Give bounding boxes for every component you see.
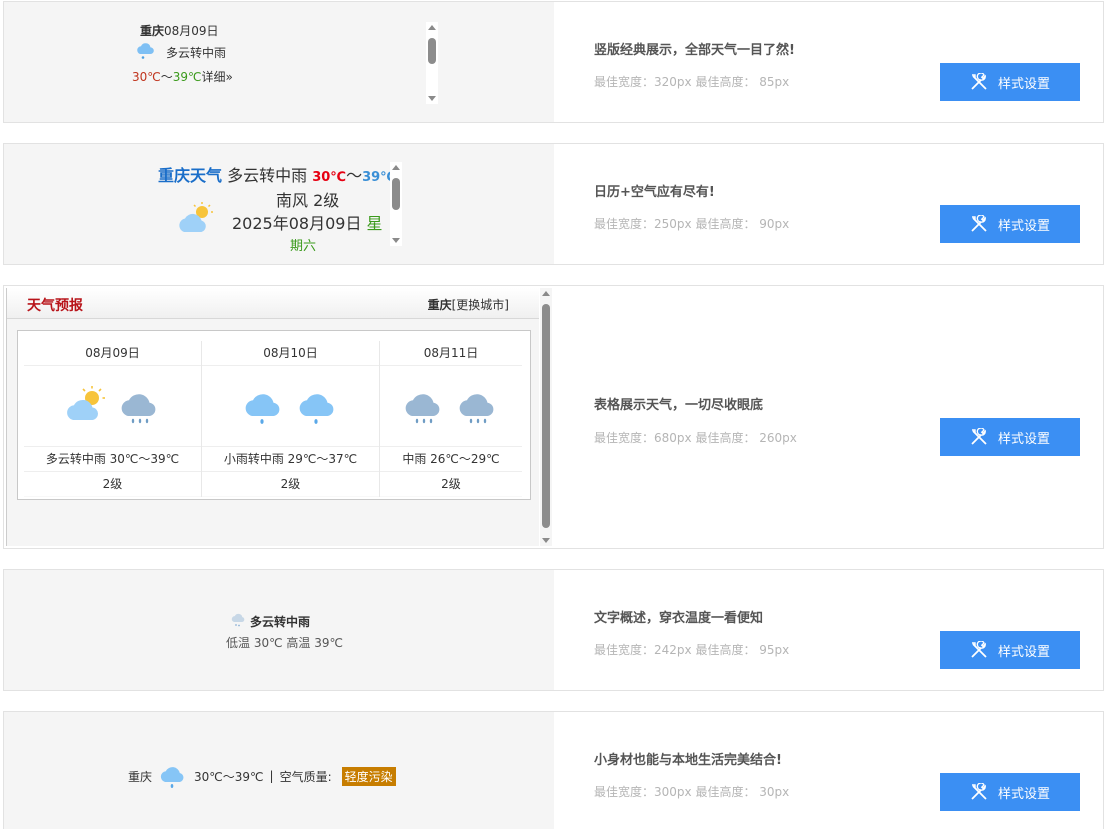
widget-preview: 多云转中雨 低温 30℃ 高温 39℃ bbox=[4, 570, 554, 690]
widget-title: 表格展示天气，一切尽收眼底 bbox=[594, 398, 764, 413]
style-settings-button[interactable]: 样式设置 bbox=[940, 205, 1080, 243]
temperature-range: 30℃～39℃详细» bbox=[132, 70, 233, 84]
temperature-range: 30℃～39℃ bbox=[194, 769, 264, 784]
scrollbar[interactable] bbox=[390, 162, 402, 246]
widget-size: 最佳宽度：680px 最佳高度： 260px bbox=[594, 431, 797, 445]
forecast-description: 中雨 26℃～29℃ bbox=[380, 447, 522, 472]
widget-info: 日历+空气应有尽有! 最佳宽度：250px 最佳高度： 90px 样式设置 bbox=[554, 144, 1103, 264]
light-rain-icon bbox=[158, 762, 188, 790]
weekday: 期六 bbox=[290, 239, 317, 254]
style-settings-button[interactable]: 样式设置 bbox=[940, 773, 1080, 811]
mini-weather-line: 重庆 30℃～39℃ | 空气质量: 轻度污染 bbox=[128, 762, 396, 790]
scroll-down-arrow[interactable] bbox=[428, 96, 436, 101]
city-name: 重庆 bbox=[128, 769, 153, 784]
forecast-icons bbox=[24, 366, 201, 447]
forecast-day: 08月10日 小雨转中雨 29℃～37℃ 2级 bbox=[202, 341, 380, 497]
style-settings-button[interactable]: 样式设置 bbox=[940, 418, 1080, 456]
forecast-wind: 2级 bbox=[202, 472, 379, 496]
forecast-description: 多云转中雨 30℃～39℃ bbox=[24, 447, 201, 472]
temperature-summary: 低温 30℃ 高温 39℃ bbox=[226, 636, 343, 650]
scroll-up-arrow[interactable] bbox=[428, 25, 436, 30]
forecast-icons bbox=[202, 366, 379, 447]
weather-condition: 多云转中雨 bbox=[166, 46, 227, 60]
widget-size: 最佳宽度：320px 最佳高度： 85px bbox=[594, 75, 790, 89]
tools-icon bbox=[971, 73, 987, 90]
widget-title: 文字概述，穿衣温度一看便知 bbox=[594, 611, 764, 626]
partly-cloudy-icon bbox=[176, 202, 216, 238]
separator: | bbox=[269, 769, 274, 783]
forecast-title: 天气预报 bbox=[27, 298, 83, 314]
widget-size: 最佳宽度：300px 最佳高度： 30px bbox=[594, 785, 790, 799]
widget-preview: 天气预报 重庆[更换城市] 08月09日 多云转中雨 30℃～39℃ 2级 08… bbox=[4, 286, 554, 548]
widget-card-vertical-classic: 重庆08月09日 多云转中雨 30℃～39℃详细» 竖版经典展示，全部天气一目了… bbox=[3, 1, 1104, 123]
widget-title: 日历+空气应有尽有! bbox=[594, 185, 715, 200]
forecast-table: 08月09日 多云转中雨 30℃～39℃ 2级 08月10日 小雨转中雨 29℃… bbox=[17, 330, 531, 500]
scroll-thumb[interactable] bbox=[542, 304, 550, 528]
tools-icon bbox=[971, 641, 987, 658]
tools-icon bbox=[971, 428, 987, 445]
forecast-day: 08月11日 中雨 26℃～29℃ 2级 bbox=[380, 341, 522, 497]
widget-preview: 重庆天气 多云转中雨 30℃～39℃ 南风 2级 2025年08月09日 星 期… bbox=[4, 144, 554, 264]
widget-info: 文字概述，穿衣温度一看便知 最佳宽度：242px 最佳高度： 95px 样式设置 bbox=[554, 570, 1103, 690]
forecast-header: 天气预报 重庆[更换城市] bbox=[7, 288, 539, 319]
scroll-up-arrow[interactable] bbox=[542, 291, 550, 296]
tools-icon bbox=[971, 215, 987, 232]
widget-card-mini-air: 重庆 30℃～39℃ | 空气质量: 轻度污染 小身材也能与本地生活完美结合! … bbox=[3, 711, 1104, 829]
forecast-icons bbox=[380, 366, 522, 447]
style-settings-button[interactable]: 样式设置 bbox=[940, 631, 1080, 669]
air-quality-label: 空气质量: bbox=[279, 769, 332, 784]
air-quality-badge: 轻度污染 bbox=[341, 766, 396, 786]
rain-cloud-icon bbox=[230, 612, 246, 632]
detail-link[interactable]: 详细» bbox=[202, 70, 233, 84]
widget-size: 最佳宽度：250px 最佳高度： 90px bbox=[594, 217, 790, 231]
change-city-link[interactable]: [更换城市] bbox=[452, 298, 509, 312]
widget-card-table-forecast: 天气预报 重庆[更换城市] 08月09日 多云转中雨 30℃～39℃ 2级 08… bbox=[3, 285, 1104, 549]
forecast-date: 08月09日 bbox=[24, 341, 201, 366]
forecast-grid: 08月09日 多云转中雨 30℃～39℃ 2级 08月10日 小雨转中雨 29℃… bbox=[24, 341, 522, 497]
current-date: 2025年08月09日 星 bbox=[232, 214, 383, 233]
scrollbar[interactable] bbox=[426, 22, 438, 104]
widget-card-calendar-air: 重庆天气 多云转中雨 30℃～39℃ 南风 2级 2025年08月09日 星 期… bbox=[3, 143, 1104, 265]
widget-preview: 重庆08月09日 多云转中雨 30℃～39℃详细» bbox=[4, 2, 554, 122]
weather-headline: 重庆天气 多云转中雨 30℃～39℃ bbox=[158, 166, 396, 185]
scroll-up-arrow[interactable] bbox=[392, 165, 400, 170]
light-rain-icon bbox=[242, 386, 286, 432]
city-weather-title: 重庆天气 bbox=[158, 166, 223, 185]
city-date: 重庆08月09日 bbox=[140, 24, 219, 38]
city-selector: 重庆[更换城市] bbox=[427, 298, 509, 312]
widget-title: 小身材也能与本地生活完美结合! bbox=[594, 753, 782, 768]
widget-title: 竖版经典展示，全部天气一目了然! bbox=[594, 43, 795, 58]
widget-info: 表格展示天气，一切尽收眼底 最佳宽度：680px 最佳高度： 260px 样式设… bbox=[554, 286, 1103, 548]
scroll-down-arrow[interactable] bbox=[392, 238, 400, 243]
forecast-date: 08月11日 bbox=[380, 341, 522, 366]
moderate-rain-icon bbox=[118, 386, 162, 432]
moderate-rain-icon bbox=[456, 386, 500, 432]
forecast-wind: 2级 bbox=[380, 472, 522, 496]
forecast-description: 小雨转中雨 29℃～37℃ bbox=[202, 447, 379, 472]
wind-info: 南风 2级 bbox=[276, 191, 340, 210]
forecast-wind: 2级 bbox=[24, 472, 201, 496]
scroll-down-arrow[interactable] bbox=[542, 538, 550, 543]
scrollbar[interactable] bbox=[540, 288, 552, 546]
widget-info: 小身材也能与本地生活完美结合! 最佳宽度：300px 最佳高度： 30px 样式… bbox=[554, 712, 1103, 829]
widget-card-text-summary: 多云转中雨 低温 30℃ 高温 39℃ 文字概述，穿衣温度一看便知 最佳宽度：2… bbox=[3, 569, 1104, 691]
forecast-date: 08月10日 bbox=[202, 341, 379, 366]
forecast-widget: 天气预报 重庆[更换城市] 08月09日 多云转中雨 30℃～39℃ 2级 08… bbox=[6, 288, 539, 546]
weather-condition: 多云转中雨 bbox=[250, 615, 311, 629]
scroll-thumb[interactable] bbox=[392, 178, 400, 210]
style-settings-button[interactable]: 样式设置 bbox=[940, 63, 1080, 101]
rain-cloud-icon bbox=[135, 42, 155, 64]
weather-condition: 多云转中雨 bbox=[227, 166, 308, 185]
tools-icon bbox=[971, 783, 987, 800]
widget-size: 最佳宽度：242px 最佳高度： 95px bbox=[594, 643, 790, 657]
widget-preview: 重庆 30℃～39℃ | 空气质量: 轻度污染 bbox=[4, 712, 554, 829]
light-rain-icon bbox=[296, 386, 340, 432]
moderate-rain-icon bbox=[402, 386, 446, 432]
widget-info: 竖版经典展示，全部天气一目了然! 最佳宽度：320px 最佳高度： 85px 样… bbox=[554, 2, 1103, 122]
scroll-thumb[interactable] bbox=[428, 38, 436, 64]
forecast-day: 08月09日 多云转中雨 30℃～39℃ 2级 bbox=[24, 341, 202, 497]
partly-cloudy-icon bbox=[64, 386, 108, 426]
